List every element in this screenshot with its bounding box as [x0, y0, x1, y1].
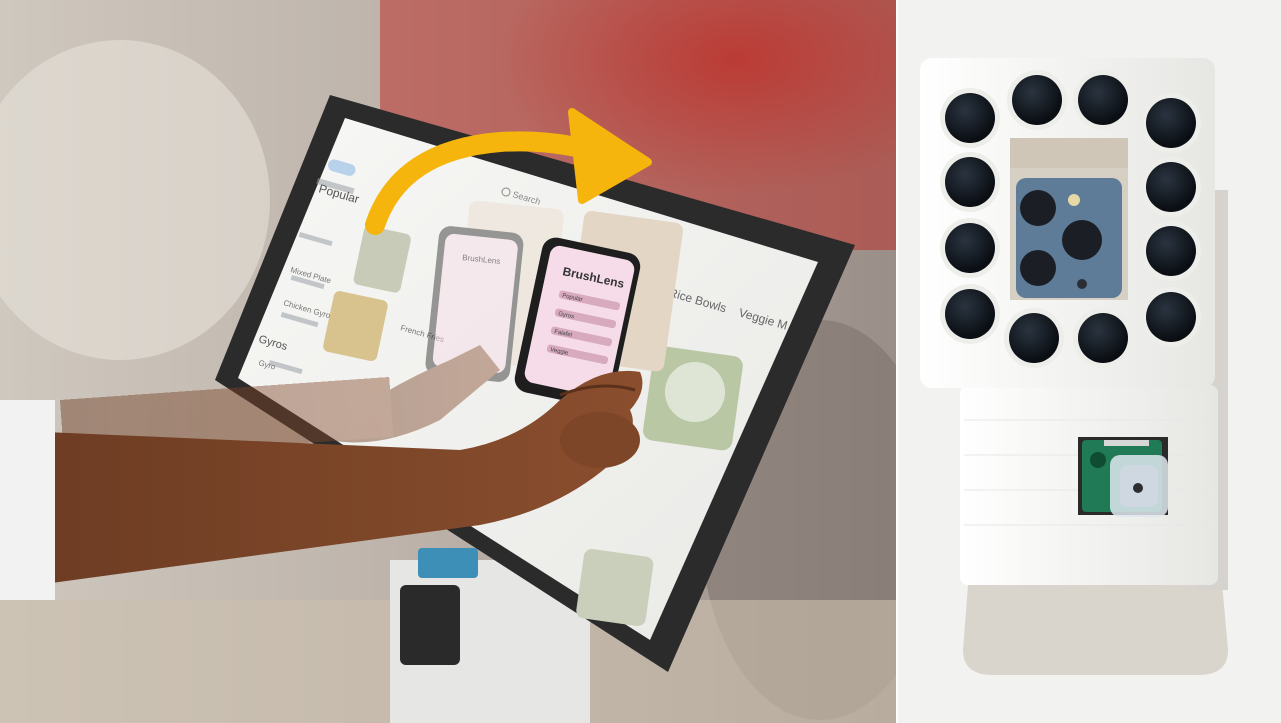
- kiosk-scene: Popular Gyros Rice Bowls Veggie M Search…: [0, 0, 898, 723]
- case-photo: [898, 0, 1281, 723]
- hole-icon: [1078, 313, 1128, 363]
- camera-lens-icon: [1020, 250, 1056, 286]
- sensor-dot-icon: [1133, 483, 1143, 493]
- hole-icon: [1146, 226, 1196, 276]
- flash-icon: [1068, 194, 1080, 206]
- hole-icon: [1009, 313, 1059, 363]
- sleeve: [0, 400, 55, 600]
- hole-icon: [945, 223, 995, 273]
- camera-lens-icon: [1062, 220, 1102, 260]
- case-scene: [898, 0, 1281, 723]
- hole-icon: [945, 289, 995, 339]
- kiosk-photo: Popular Gyros Rice Bowls Veggie M Search…: [0, 0, 898, 723]
- food-image[interactable]: [575, 548, 654, 627]
- hole-icon: [1078, 75, 1128, 125]
- card-reader: [400, 585, 460, 665]
- hole-icon: [945, 157, 995, 207]
- hole-icon: [1146, 98, 1196, 148]
- hole-icon: [1012, 75, 1062, 125]
- touch-sensor-board: [1078, 437, 1168, 517]
- hole-icon: [1146, 162, 1196, 212]
- hole-icon: [1146, 292, 1196, 342]
- hole-icon: [945, 93, 995, 143]
- camera-lens-icon: [1020, 190, 1056, 226]
- card-reader-light: [418, 548, 478, 578]
